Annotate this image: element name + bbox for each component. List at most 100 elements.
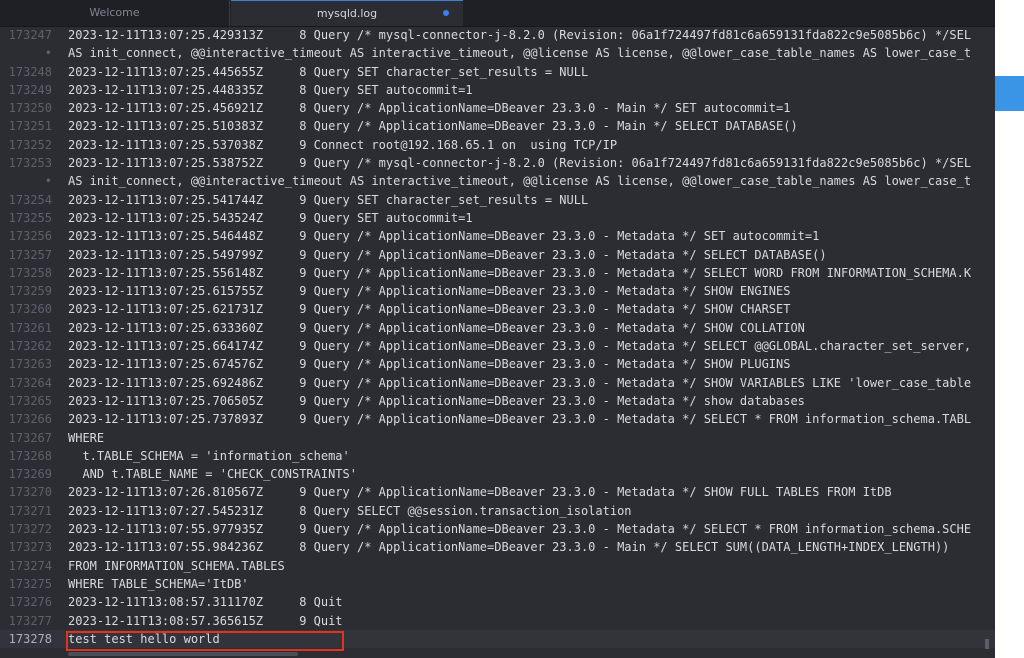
annotation-highlight-box [66,631,344,651]
line-number: 173255 [8,210,52,225]
code-line[interactable]: 173274 FROM INFORMATION_SCHEMA.TABLES [0,557,995,575]
line-number: 173268 [8,448,52,463]
line-text: 2023-12-11T13:07:25.510383Z 8 Query /* A… [68,119,798,134]
code-line[interactable]: 173272 2023-12-11T13:07:55.977935Z 9 Quer… [0,520,995,538]
line-number: 173278 [8,631,52,646]
line-text: 2023-12-11T13:07:25.538752Z 9 Query /* m… [68,156,972,171]
code-line[interactable]: 173273 2023-12-11T13:07:55.984236Z 8 Quer… [0,538,995,556]
line-text: FROM INFORMATION_SCHEMA.TABLES [68,558,285,573]
code-line[interactable]: 173259 2023-12-11T13:07:25.615755Z 9 Quer… [0,282,995,300]
tab-label: mysqld.log [316,7,378,20]
line-number: 173276 [8,595,52,610]
line-number: 173259 [8,284,52,299]
line-text: 2023-12-11T13:07:55.984236Z 8 Query /* A… [68,540,950,555]
code-line[interactable]: 173248 2023-12-11T13:07:25.445655Z 8 Quer… [0,63,995,81]
code-line[interactable]: 173250 2023-12-11T13:07:25.456921Z 8 Quer… [0,99,995,117]
line-number: 173254 [8,192,52,207]
line-number: 173273 [8,540,52,555]
code-line[interactable]: 173255 2023-12-11T13:07:25.543524Z 9 Quer… [0,209,995,227]
code-line[interactable]: 173253 2023-12-11T13:07:25.538752Z 9 Quer… [0,154,995,172]
line-number: 173266 [8,412,52,427]
line-text: 2023-12-11T13:07:25.537038Z 9 Connect ro… [68,137,618,152]
code-line[interactable]: 173265 2023-12-11T13:07:25.706505Z 9 Quer… [0,392,995,410]
line-text: 2023-12-11T13:07:25.556148Z 9 Query /* A… [68,265,972,280]
line-text: 2023-12-11T13:07:25.546448Z 9 Query /* A… [68,229,820,244]
line-text: 2023-12-11T13:07:25.621731Z 9 Query /* A… [68,302,791,317]
code-line[interactable]: • AS init_connect, @@interactive_timeout … [0,44,995,62]
code-line[interactable]: 173266 2023-12-11T13:07:25.737893Z 9 Quer… [0,410,995,428]
code-line[interactable]: 173271 2023-12-11T13:07:27.545231Z 8 Quer… [0,502,995,520]
line-text: AS init_connect, @@interactive_timeout A… [68,174,972,189]
line-text: 2023-12-11T13:07:25.664174Z 9 Query /* A… [68,339,972,354]
side-panel [995,0,1024,658]
tab-mysqld-log[interactable]: mysqld.log [231,0,463,26]
code-line[interactable]: 173268 t.TABLE_SCHEMA = 'information_sch… [0,447,995,465]
line-text: 2023-12-11T13:07:55.977935Z 9 Query /* A… [68,522,972,537]
line-text: 2023-12-11T13:07:25.692486Z 9 Query /* A… [68,375,972,390]
unsaved-dot-icon[interactable] [443,10,449,16]
code-line[interactable]: 173263 2023-12-11T13:07:25.674576Z 9 Quer… [0,355,995,373]
line-number: 173256 [8,229,52,244]
code-area[interactable]: 173247 2023-12-11T13:07:25.429313Z 8 Quer… [0,26,995,649]
line-text: 2023-12-11T13:07:25.448335Z 8 Query SET … [68,82,473,97]
code-line[interactable]: 173275 WHERE TABLE_SCHEMA='ItDB' [0,575,995,593]
line-number: 173253 [8,156,52,171]
line-text: 2023-12-11T13:07:25.706505Z 9 Query /* A… [68,393,805,408]
line-text: WHERE TABLE_SCHEMA='ItDB' [68,576,249,591]
code-line[interactable]: 173258 2023-12-11T13:07:25.556148Z 9 Quer… [0,264,995,282]
line-number: 173249 [8,82,52,97]
line-number: 173277 [8,613,52,628]
code-line[interactable]: 173277 2023-12-11T13:08:57.365615Z 9 Quit [0,612,995,630]
vertical-scrollbar-thumb[interactable] [985,639,989,649]
line-text: 2023-12-11T13:08:57.311170Z 8 Quit [68,595,343,610]
line-text: AS init_connect, @@interactive_timeout A… [68,46,972,61]
code-line[interactable]: 173264 2023-12-11T13:07:25.692486Z 9 Quer… [0,374,995,392]
code-line[interactable]: 173251 2023-12-11T13:07:25.510383Z 8 Quer… [0,117,995,135]
code-line[interactable]: 173254 2023-12-11T13:07:25.541744Z 9 Quer… [0,191,995,209]
horizontal-scrollbar[interactable] [68,652,298,656]
code-line[interactable]: 173256 2023-12-11T13:07:25.546448Z 9 Quer… [0,227,995,245]
line-number: 173251 [8,119,52,134]
line-text: 2023-12-11T13:07:25.543524Z 9 Query SET … [68,210,473,225]
line-text: 2023-12-11T13:07:25.429313Z 8 Query /* m… [68,28,972,42]
code-line[interactable]: 173270 2023-12-11T13:07:26.810567Z 9 Quer… [0,483,995,501]
code-line[interactable]: 173252 2023-12-11T13:07:25.537038Z 9 Conn… [0,136,995,154]
line-text: 2023-12-11T13:07:26.810567Z 9 Query /* A… [68,485,892,500]
wrap-indicator: • [44,174,52,189]
line-number: 173248 [8,64,52,79]
line-number: 173270 [8,485,52,500]
line-number: 173262 [8,339,52,354]
line-text: 2023-12-11T13:07:27.545231Z 8 Query SELE… [68,503,632,518]
code-line[interactable]: 173257 2023-12-11T13:07:25.549799Z 9 Quer… [0,246,995,264]
line-number: 173261 [8,320,52,335]
line-number: 173257 [8,247,52,262]
line-text: 2023-12-11T13:07:25.674576Z 9 Query /* A… [68,357,791,372]
code-line[interactable]: 173269 AND t.TABLE_NAME = 'CHECK_CONSTRA… [0,465,995,483]
code-line[interactable]: • AS init_connect, @@interactive_timeout … [0,172,995,190]
code-line[interactable]: 173249 2023-12-11T13:07:25.448335Z 8 Quer… [0,81,995,99]
code-line[interactable]: 173267 WHERE [0,429,995,447]
code-line[interactable]: 173276 2023-12-11T13:08:57.311170Z 8 Quit [0,593,995,611]
code-line[interactable]: 173260 2023-12-11T13:07:25.621731Z 9 Quer… [0,300,995,318]
line-number: 173264 [8,375,52,390]
line-number: 173258 [8,265,52,280]
line-number: 173247 [8,28,52,42]
line-number: 173250 [8,101,52,116]
line-text: 2023-12-11T13:07:25.445655Z 8 Query SET … [68,64,589,79]
side-panel-accent[interactable] [995,76,1024,111]
line-number: 173272 [8,522,52,537]
line-number: 173252 [8,137,52,152]
code-line[interactable]: 173262 2023-12-11T13:07:25.664174Z 9 Quer… [0,337,995,355]
line-text: 2023-12-11T13:07:25.549799Z 9 Query /* A… [68,247,827,262]
tab-welcome[interactable]: Welcome [0,0,230,26]
wrap-indicator: • [44,46,52,61]
line-text: 2023-12-11T13:07:25.456921Z 8 Query /* A… [68,101,791,116]
line-number: 173271 [8,503,52,518]
line-text: t.TABLE_SCHEMA = 'information_schema' [68,448,350,463]
code-line[interactable]: 173261 2023-12-11T13:07:25.633360Z 9 Quer… [0,319,995,337]
line-text: 2023-12-11T13:08:57.365615Z 9 Quit [68,613,343,628]
line-text: 2023-12-11T13:07:25.541744Z 9 Query SET … [68,192,589,207]
code-line[interactable]: 173247 2023-12-11T13:07:25.429313Z 8 Quer… [0,26,995,44]
editor-window: Welcome mysqld.log 173247 2023-12-11T13:0… [0,0,995,658]
line-number: 173260 [8,302,52,317]
